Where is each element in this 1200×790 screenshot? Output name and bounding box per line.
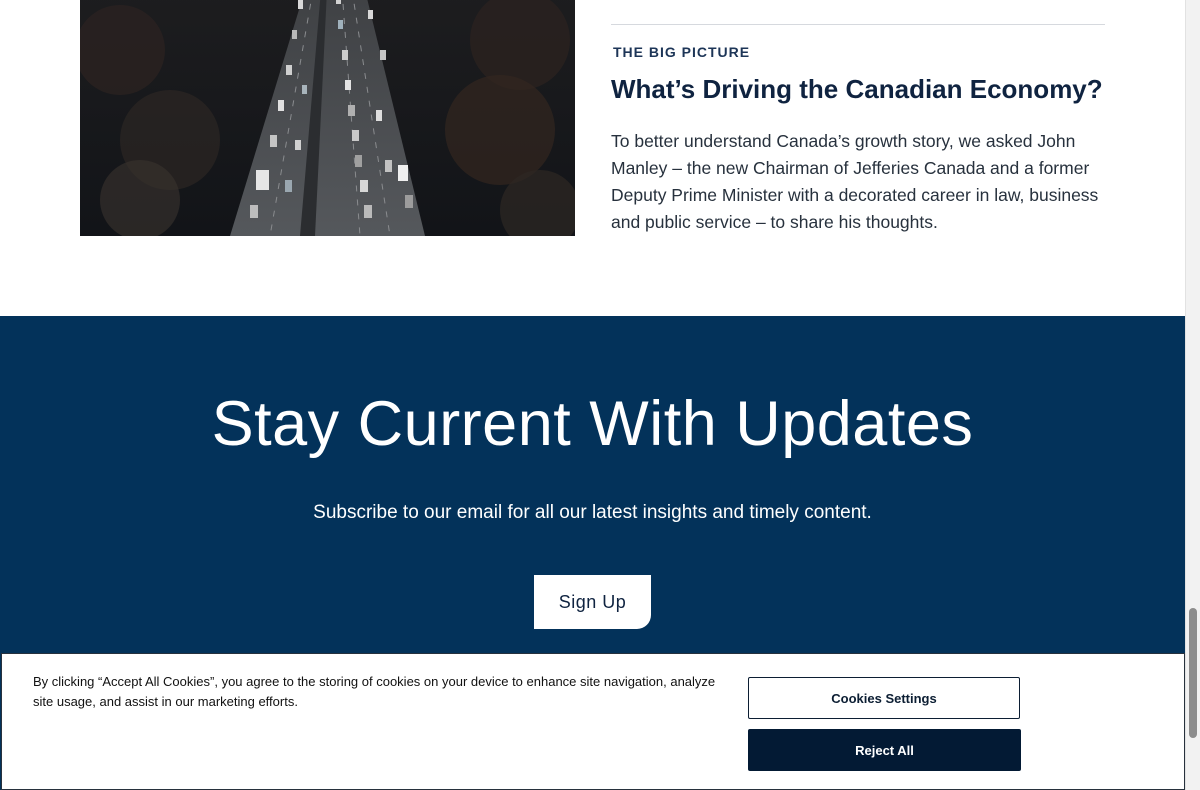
section-divider [611,24,1105,25]
cookie-banner: By clicking “Accept All Cookies”, you ag… [1,653,1185,790]
article-body: To better understand Canada’s growth sto… [611,131,1099,232]
article-eyebrow: THE BIG PICTURE [613,44,751,60]
cookie-consent-text: By clicking “Accept All Cookies”, you ag… [33,674,716,709]
page: THE BIG PICTURE What’s Driving the Canad… [0,0,1185,790]
article-teaser: THE BIG PICTURE What’s Driving the Canad… [0,0,1185,316]
article-image[interactable] [80,0,575,236]
cookies-settings-button[interactable]: Cookies Settings [748,677,1020,719]
aerial-highway-photo-icon [80,0,575,236]
scrollbar-thumb[interactable] [1189,608,1197,738]
article-headline[interactable]: What’s Driving the Canadian Economy? [611,74,1131,105]
sign-up-button[interactable]: Sign Up [534,575,651,629]
newsletter-subtitle: Subscribe to our email for all our lates… [313,502,872,523]
newsletter-title: Stay Current With Updates [211,389,974,459]
reject-all-button[interactable]: Reject All [748,729,1021,771]
